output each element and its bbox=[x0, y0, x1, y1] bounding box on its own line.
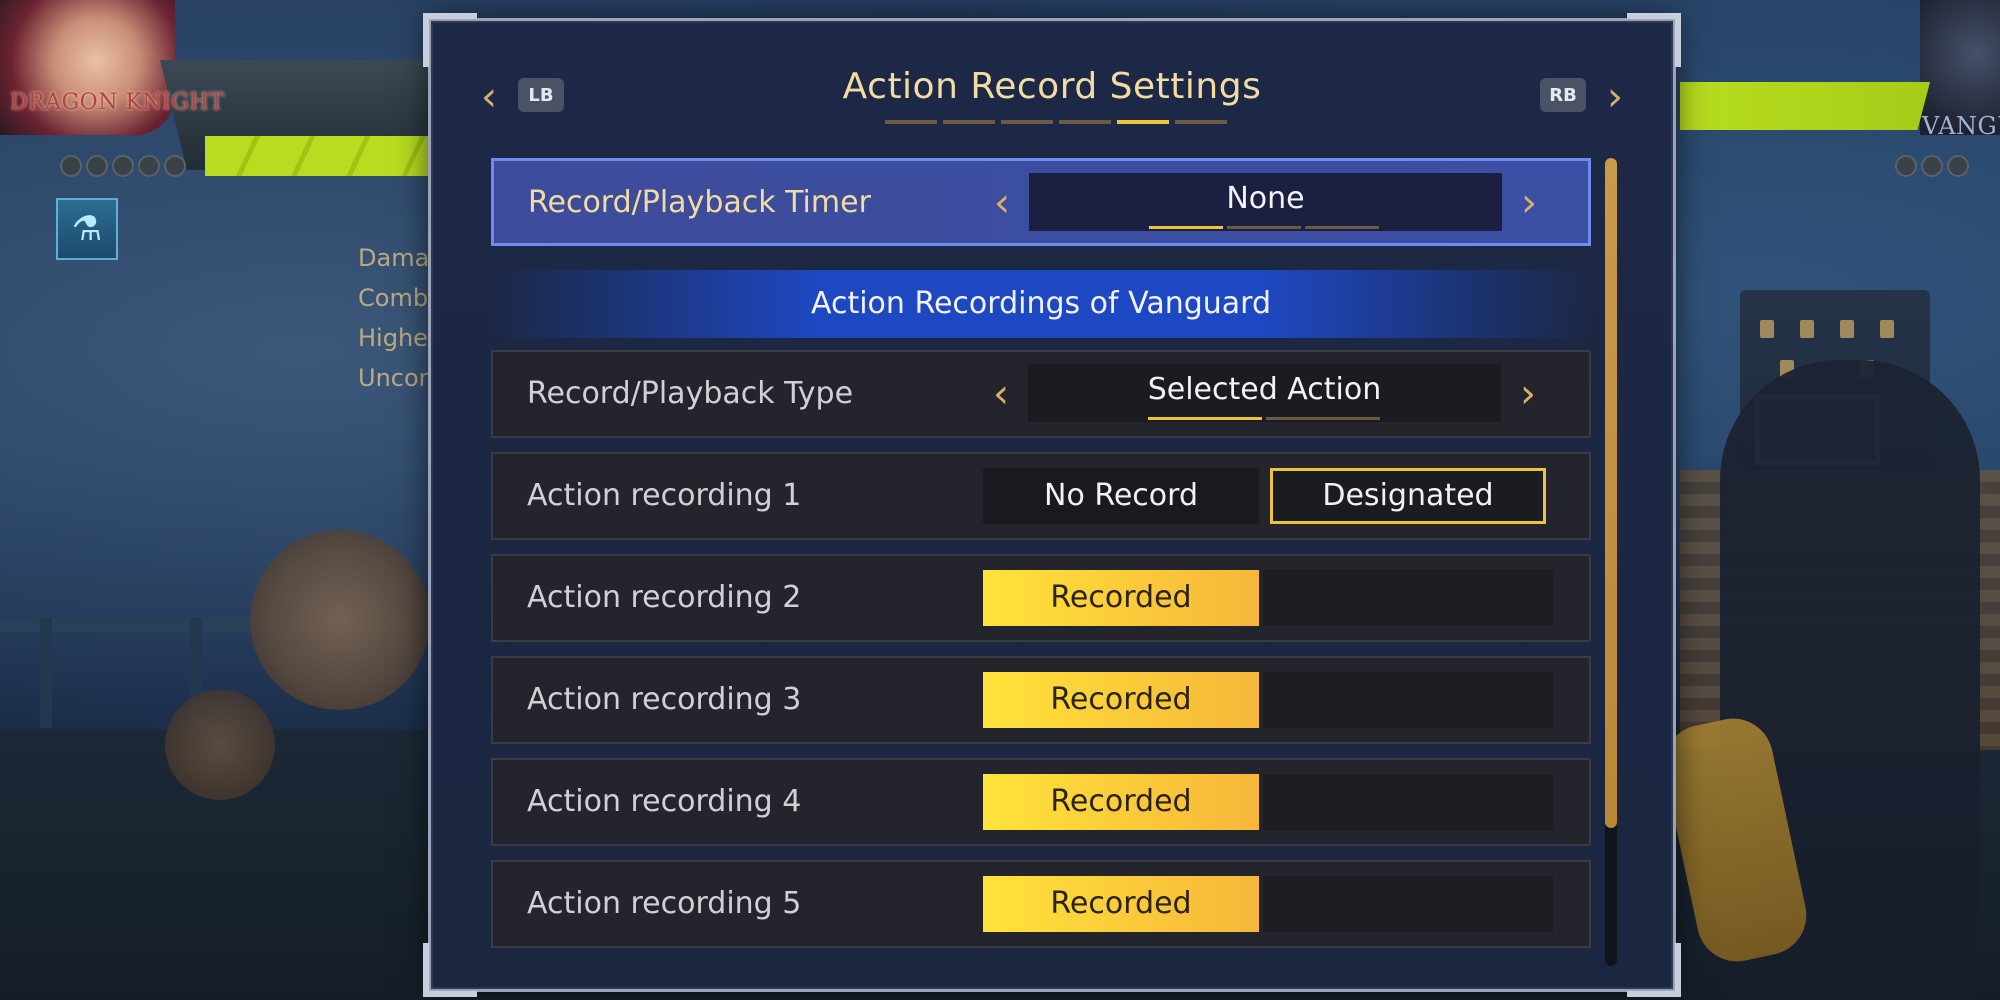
recording-label: Action recording 4 bbox=[527, 784, 802, 819]
recording-slot-empty bbox=[1263, 672, 1553, 728]
chevron-right-icon[interactable]: › bbox=[1508, 370, 1548, 418]
page-indicator bbox=[885, 120, 1227, 124]
recording-row-3[interactable]: Action recording 3 Recorded bbox=[491, 656, 1591, 744]
meter-dot bbox=[1921, 155, 1943, 177]
recording-row-4[interactable]: Action recording 4 Recorded bbox=[491, 758, 1591, 846]
page-tick bbox=[885, 120, 937, 124]
player-left-name: DRAGON KNIGHT bbox=[10, 90, 225, 115]
player-right-health-bar bbox=[1680, 82, 1930, 130]
recording-row-5[interactable]: Action recording 5 Recorded bbox=[491, 860, 1591, 948]
recorded-status[interactable]: Recorded bbox=[983, 774, 1259, 830]
value-indicator bbox=[1149, 226, 1379, 229]
timer-value-selector[interactable]: None bbox=[1029, 173, 1502, 231]
setting-row-timer[interactable]: Record/Playback Timer ‹ None › bbox=[491, 158, 1591, 246]
page-tick-active bbox=[1117, 120, 1169, 124]
recording-label: Action recording 5 bbox=[527, 886, 802, 921]
player-right-name: VANGUA bbox=[1922, 112, 2000, 140]
page-tick bbox=[1001, 120, 1053, 124]
meter-dot bbox=[1947, 155, 1969, 177]
page-title: Action Record Settings bbox=[842, 66, 1262, 107]
meter-dot bbox=[86, 155, 108, 177]
meter-dot bbox=[164, 155, 186, 177]
recording-slot-empty bbox=[1263, 774, 1553, 830]
meter-dot bbox=[60, 155, 82, 177]
timer-value: None bbox=[1226, 181, 1305, 216]
page-tick bbox=[943, 120, 995, 124]
recorded-status[interactable]: Recorded bbox=[983, 876, 1259, 932]
chevron-left-icon[interactable]: ‹ bbox=[474, 75, 504, 119]
recorded-status[interactable]: Recorded bbox=[983, 570, 1259, 626]
meter-dot bbox=[138, 155, 160, 177]
rb-button[interactable]: RB bbox=[1540, 78, 1586, 112]
recording-slot-empty bbox=[1263, 876, 1553, 932]
panel-corner bbox=[1627, 13, 1681, 67]
setting-label: Record/Playback Type bbox=[527, 376, 854, 411]
page-tick bbox=[1059, 120, 1111, 124]
recording-label: Action recording 1 bbox=[527, 478, 802, 513]
player-left-meter bbox=[60, 155, 186, 177]
playback-type-selector[interactable]: Selected Action bbox=[1028, 364, 1501, 422]
scrollbar-thumb[interactable] bbox=[1605, 158, 1617, 828]
designated-option[interactable]: Designated bbox=[1270, 468, 1546, 524]
chevron-left-icon[interactable]: ‹ bbox=[981, 370, 1021, 418]
panel-corner bbox=[423, 943, 477, 997]
value-indicator bbox=[1148, 417, 1380, 420]
setting-row-playback-type[interactable]: Record/Playback Type ‹ Selected Action › bbox=[491, 350, 1591, 438]
player-right-meter bbox=[1895, 155, 1969, 177]
settings-scrollbar[interactable] bbox=[1605, 158, 1617, 966]
player-left-health-bar bbox=[205, 136, 430, 176]
recording-label: Action recording 2 bbox=[527, 580, 802, 615]
panel-corner bbox=[1627, 943, 1681, 997]
panel-corner bbox=[423, 13, 477, 67]
chevron-right-icon[interactable]: › bbox=[1509, 179, 1549, 227]
lb-button[interactable]: LB bbox=[518, 78, 564, 112]
section-header: Action Recordings of Vanguard bbox=[491, 270, 1591, 338]
chevron-right-icon[interactable]: › bbox=[1600, 75, 1630, 119]
meter-dot bbox=[1895, 155, 1917, 177]
recorded-status[interactable]: Recorded bbox=[983, 672, 1259, 728]
recording-slot-empty bbox=[1263, 570, 1553, 626]
recording-row-2[interactable]: Action recording 2 Recorded bbox=[491, 554, 1591, 642]
no-record-option[interactable]: No Record bbox=[983, 468, 1259, 524]
page-tick bbox=[1175, 120, 1227, 124]
meter-dot bbox=[112, 155, 134, 177]
recording-row-1[interactable]: Action recording 1 No Record Designated bbox=[491, 452, 1591, 540]
playback-type-value: Selected Action bbox=[1147, 372, 1382, 407]
potion-icon: ⚗ bbox=[56, 198, 118, 260]
setting-label: Record/Playback Timer bbox=[528, 185, 871, 220]
chevron-left-icon[interactable]: ‹ bbox=[982, 179, 1022, 227]
recording-label: Action recording 3 bbox=[527, 682, 802, 717]
